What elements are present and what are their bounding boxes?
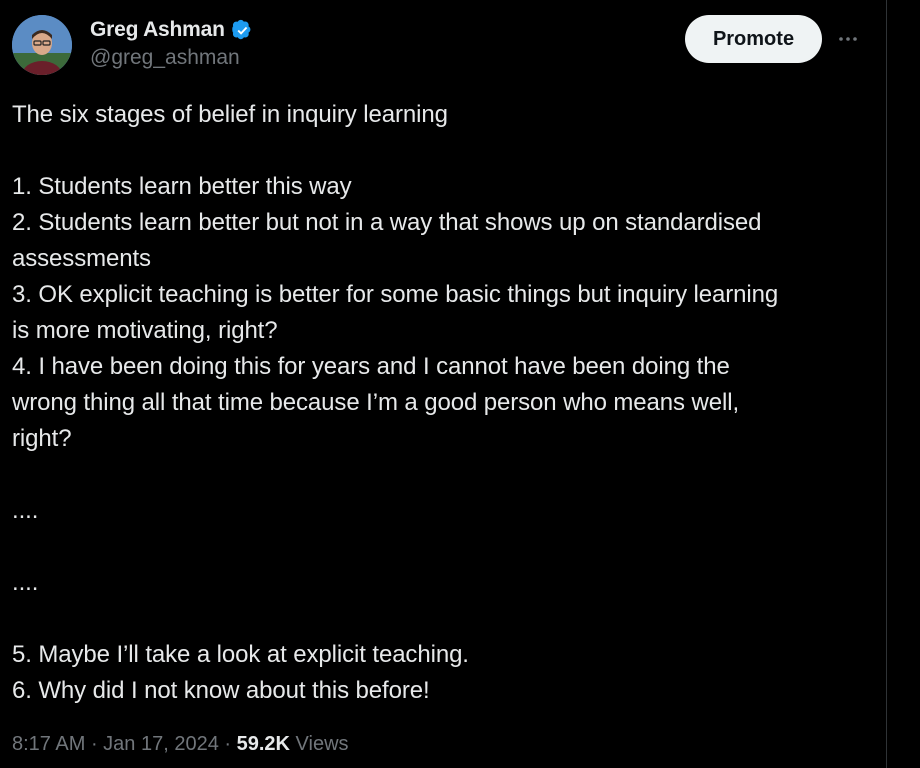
views-count: 59.2K [236,733,290,755]
column-divider [886,0,887,768]
tweet-line: wrong thing all that time because I’m a … [12,389,740,416]
tweet-line [12,133,874,169]
more-horizontal-icon [839,37,857,41]
tweet-meta: 8:17 AM · Jan 17, 2024 · 59.2K Views [12,733,349,756]
display-name[interactable]: Greg Ashman [90,18,225,42]
name-row: Greg Ashman [90,16,254,44]
tweet-line: 3. OK explicit teaching is better for so… [12,281,779,308]
tweet-line [12,529,874,565]
tweet-line [12,601,874,637]
verified-badge-icon[interactable] [231,19,254,42]
tweet-line: .... [12,497,39,524]
handle[interactable]: @greg_ashman [90,46,254,70]
views-label: Views [289,733,349,755]
tweet-time[interactable]: 8:17 AM [12,733,85,756]
tweet-line: 4. I have been doing this for years and … [12,353,730,380]
tweet-line [12,457,874,493]
tweet-line: 5. Maybe I’ll take a look at explicit te… [12,641,469,668]
avatar[interactable] [12,15,72,75]
tweet-date[interactable]: Jan 17, 2024 [103,733,219,756]
meta-separator: · [85,733,104,755]
tweet-line: 1. Students learn better this way [12,173,352,200]
tweet-text: The six stages of belief in inquiry lear… [12,97,874,709]
tweet-line: 6. Why did I not know about this before! [12,677,430,704]
author-info: Greg Ashman @greg_ashman [90,16,254,70]
tweet-line: assessments [12,245,151,272]
tweet-line: The six stages of belief in inquiry lear… [12,101,448,128]
tweet: Greg Ashman @greg_ashman Promote The six… [0,0,886,768]
tweet-line: right? [12,425,72,452]
tweet-line: 2. Students learn better but not in a wa… [12,209,762,236]
tweet-line: is more motivating, right? [12,317,278,344]
promote-button[interactable]: Promote [685,15,822,63]
more-options-button[interactable] [830,22,866,56]
meta-separator: · [218,733,237,755]
avatar-photo [12,15,72,75]
tweet-line: .... [12,569,39,596]
